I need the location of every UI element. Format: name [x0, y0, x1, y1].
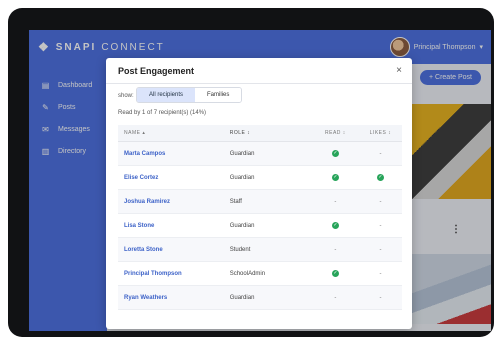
likes-status: - — [379, 150, 382, 157]
engagement-table: NAME ▴ ROLE ↕ READ ↕ LIKES ↕ Marta Campo… — [118, 125, 402, 310]
read-by-summary: Read by 1 of 7 recipient(s) (14%) — [118, 110, 207, 116]
recipient-role: Student — [229, 246, 251, 253]
likes-status: - — [379, 294, 382, 301]
likes-status: ✓ — [359, 174, 402, 181]
recipient-name-link[interactable]: Marta Campos — [118, 151, 230, 157]
check-icon: ✓ — [331, 174, 339, 181]
recipient-role: Staff — [229, 198, 242, 205]
read-status: ✓ — [312, 270, 359, 277]
recipient-role: SchoolAdmin — [229, 270, 266, 277]
recipient-name-link[interactable]: Elise Cortez — [118, 175, 230, 181]
table-header: NAME ▴ ROLE ↕ READ ↕ LIKES ↕ — [118, 125, 402, 142]
table-body: Marta Campos Guardian ✓ - Elise Cortez Guardi… — [118, 142, 402, 310]
read-status: ✓ — [312, 222, 359, 229]
check-icon: ✓ — [376, 174, 384, 181]
filter-families[interactable]: Families — [195, 88, 242, 102]
recipient-name-link[interactable]: Joshua Ramirez — [118, 199, 230, 205]
column-role-header[interactable]: ROLE ↕ — [230, 130, 312, 136]
show-label: show: — [118, 93, 134, 99]
recipient-name-link[interactable]: Principal Thompson — [118, 271, 230, 277]
table-row: Joshua Ramirez Staff - - — [118, 190, 402, 214]
column-read-header[interactable]: READ ↕ — [312, 130, 359, 136]
column-name-header[interactable]: NAME ▴ — [118, 130, 230, 136]
app-screen: ❖ SNAPI CONNECT Principal Thompson ▾ ▤ D… — [29, 30, 491, 331]
table-row: Loretta Stone Student - - — [118, 238, 402, 262]
table-row: Lisa Stone Guardian ✓ - — [118, 214, 402, 238]
post-engagement-modal: Post Engagement × show: All recipients F… — [106, 58, 412, 329]
recipient-name-link[interactable]: Ryan Weathers — [118, 295, 230, 301]
divider — [106, 83, 412, 84]
likes-status: - — [379, 198, 382, 205]
modal-title: Post Engagement — [118, 66, 195, 76]
recipient-filter: All recipients Families — [136, 87, 243, 103]
recipient-role: Guardian — [229, 150, 255, 157]
device-frame: ❖ SNAPI CONNECT Principal Thompson ▾ ▤ D… — [8, 8, 494, 337]
recipient-role: Guardian — [229, 174, 255, 181]
recipient-role: Guardian — [229, 222, 255, 229]
read-status: - — [334, 246, 337, 253]
likes-status: - — [379, 222, 382, 229]
table-row: Principal Thompson SchoolAdmin ✓ - — [118, 262, 402, 286]
table-row: Marta Campos Guardian ✓ - — [118, 142, 402, 166]
check-icon: ✓ — [331, 222, 339, 229]
likes-status: - — [379, 246, 382, 253]
read-status: - — [334, 294, 337, 301]
table-row: Elise Cortez Guardian ✓ ✓ — [118, 166, 402, 190]
recipient-role: Guardian — [229, 294, 255, 301]
filter-all-recipients[interactable]: All recipients — [137, 88, 196, 102]
column-likes-header[interactable]: LIKES ↕ — [359, 130, 402, 136]
read-status: ✓ — [312, 174, 359, 181]
recipient-name-link[interactable]: Loretta Stone — [118, 247, 230, 253]
check-icon: ✓ — [331, 270, 339, 277]
read-status: - — [334, 198, 337, 205]
table-row: Ryan Weathers Guardian - - — [118, 286, 402, 310]
likes-status: - — [379, 270, 382, 277]
recipient-name-link[interactable]: Lisa Stone — [118, 223, 230, 229]
close-icon[interactable]: × — [396, 65, 402, 76]
read-status: ✓ — [312, 150, 359, 157]
check-icon: ✓ — [331, 150, 339, 157]
